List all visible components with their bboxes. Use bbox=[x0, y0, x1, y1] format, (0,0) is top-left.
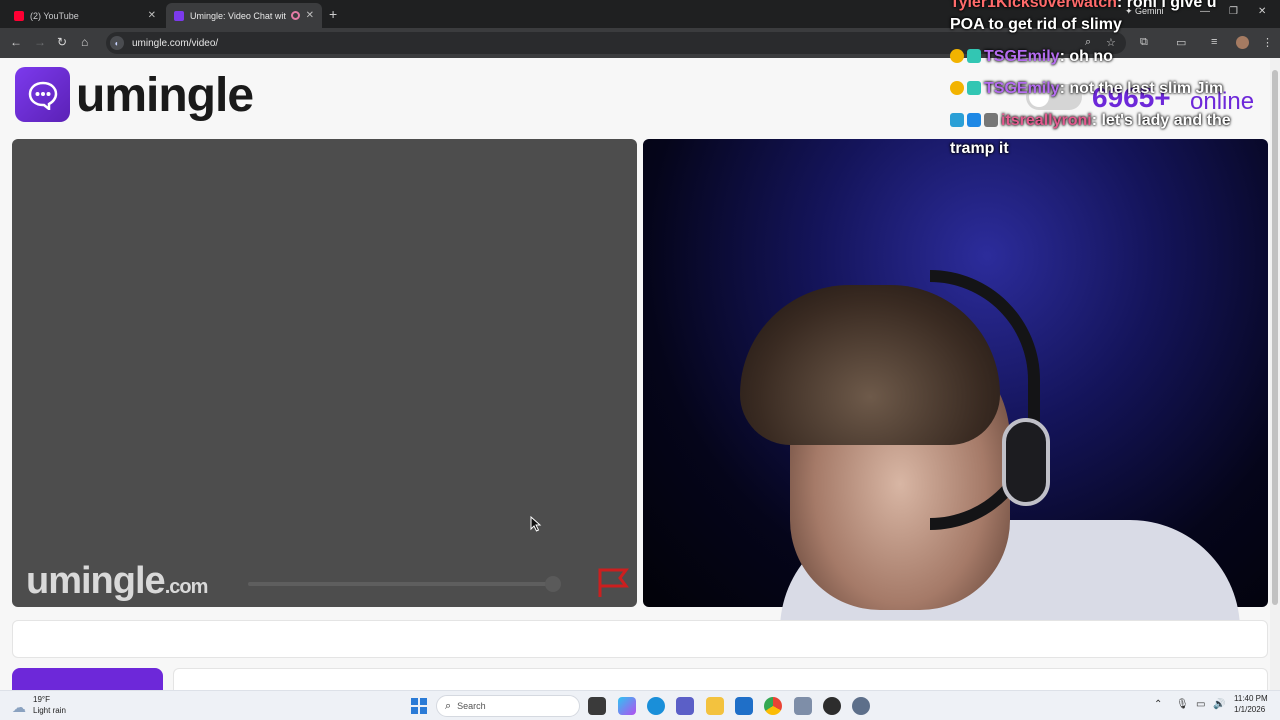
headphones-cup bbox=[1002, 418, 1050, 506]
teams-icon[interactable] bbox=[676, 697, 694, 715]
scrollbar-thumb[interactable] bbox=[1272, 70, 1278, 605]
chat-username: itsreallyroni bbox=[1001, 112, 1092, 129]
volume-slider-handle[interactable] bbox=[545, 576, 561, 592]
show-hidden-icons[interactable]: ⌃ bbox=[1154, 699, 1162, 710]
chat-username: TSGEmily bbox=[984, 80, 1060, 97]
microphone-icon[interactable]: 🎙 bbox=[1176, 699, 1189, 710]
chat-username: Tyler1Kicks0verwatch bbox=[950, 0, 1117, 11]
chat-text: tramp it bbox=[950, 140, 1009, 157]
clock-date[interactable]: 1/1/2026 bbox=[1234, 705, 1265, 714]
chat-badge-icon bbox=[967, 81, 981, 95]
chat-badge-icon bbox=[984, 113, 998, 127]
chat-message: itsreallyroni: let's lady and the bbox=[950, 110, 1231, 132]
network-icon[interactable]: ▭ bbox=[1196, 699, 1205, 710]
video-watermark: umingle.com bbox=[26, 560, 209, 603]
umingle-favicon-icon bbox=[174, 10, 184, 21]
recording-icon bbox=[291, 11, 300, 20]
watermark-text: umingle bbox=[26, 560, 166, 602]
umingle-logo-icon[interactable] bbox=[15, 67, 70, 122]
settings-icon[interactable] bbox=[852, 697, 870, 715]
chat-input[interactable] bbox=[12, 620, 1268, 658]
restore-icon[interactable]: ❐ bbox=[1229, 6, 1238, 17]
chrome-icon[interactable] bbox=[764, 697, 782, 715]
profile-avatar[interactable] bbox=[1236, 36, 1249, 49]
forward-icon[interactable]: → bbox=[34, 35, 46, 49]
photos-icon[interactable] bbox=[794, 697, 812, 715]
menu-icon[interactable]: ⋮ bbox=[1262, 36, 1273, 49]
chat-message: Tyler1Kicks0verwatch: roni i give u bbox=[950, 0, 1216, 14]
chat-message: TSGEmily: not the last slim Jim bbox=[950, 78, 1223, 100]
chat-text: : not the last slim Jim bbox=[1059, 80, 1224, 97]
chat-badge-icon bbox=[950, 49, 964, 63]
back-icon[interactable]: ← bbox=[10, 35, 22, 49]
chat-text: : roni i give u bbox=[1116, 0, 1217, 11]
weather-icon[interactable]: ☁ bbox=[12, 699, 26, 716]
mouse-cursor-icon bbox=[530, 516, 542, 532]
windows-taskbar: ☁ 19°F Light rain ⌕ Search ⌃ 🎙 ▭ 🔊 11:40… bbox=[0, 690, 1280, 720]
chat-username: TSGEmily bbox=[984, 48, 1060, 65]
search-label: Search bbox=[457, 701, 486, 711]
chat-badge-icon bbox=[967, 49, 981, 63]
new-tab-button[interactable]: + bbox=[329, 6, 337, 22]
chat-badge-icon bbox=[950, 81, 964, 95]
close-tab-icon[interactable]: ✕ bbox=[148, 10, 156, 21]
tab-title: Umingle: Video Chat with S bbox=[190, 10, 286, 21]
url-text: umingle.com/video/ bbox=[132, 37, 219, 49]
search-icon: ⌕ bbox=[445, 699, 452, 712]
home-icon[interactable]: ⌂ bbox=[81, 35, 88, 49]
volume-slider-track[interactable] bbox=[248, 582, 553, 586]
weather-description[interactable]: Light rain bbox=[33, 706, 66, 715]
chat-message: POA to get rid of slimy bbox=[950, 14, 1122, 36]
chat-message: TSGEmily: oh no bbox=[950, 46, 1113, 68]
file-explorer-icon[interactable] bbox=[706, 697, 724, 715]
chat-badge-icon bbox=[967, 113, 981, 127]
edge-icon[interactable] bbox=[647, 697, 665, 715]
start-menu-icon[interactable] bbox=[411, 698, 427, 714]
start-button[interactable] bbox=[12, 668, 163, 690]
chat-badge-icon bbox=[950, 113, 964, 127]
report-flag-icon[interactable] bbox=[596, 566, 630, 600]
tab-youtube[interactable]: (2) YouTube ✕ bbox=[6, 3, 164, 28]
local-video-panel bbox=[12, 139, 637, 607]
store-icon[interactable] bbox=[735, 697, 753, 715]
obs-icon[interactable] bbox=[823, 697, 841, 715]
chat-text: : oh no bbox=[1059, 48, 1113, 65]
youtube-icon bbox=[14, 10, 24, 21]
reading-list-icon[interactable]: ≡ bbox=[1211, 36, 1217, 48]
chat-text: POA to get rid of slimy bbox=[950, 16, 1122, 33]
watermark-suffix: .com bbox=[164, 576, 209, 598]
tab-umingle[interactable]: Umingle: Video Chat with S ✕ bbox=[166, 3, 322, 28]
site-info-icon[interactable]: ◐ bbox=[110, 36, 124, 50]
copilot-icon[interactable] bbox=[618, 697, 636, 715]
chat-message: tramp it bbox=[950, 138, 1009, 160]
chat-text: : let's lady and the bbox=[1091, 112, 1231, 129]
clock-time[interactable]: 11:40 PM bbox=[1234, 694, 1268, 703]
logo-wordmark[interactable]: umingle bbox=[76, 68, 254, 123]
taskbar-search[interactable]: ⌕ Search bbox=[436, 695, 580, 717]
task-view-icon[interactable] bbox=[588, 697, 606, 715]
split-view-icon[interactable]: ▭ bbox=[1176, 36, 1186, 49]
tab-title: (2) YouTube bbox=[30, 10, 79, 21]
reload-icon[interactable]: ↻ bbox=[57, 35, 67, 49]
extensions-icon[interactable]: ⧉ bbox=[1140, 36, 1148, 49]
close-window-icon[interactable]: ✕ bbox=[1258, 6, 1266, 17]
weather-temperature[interactable]: 19°F bbox=[33, 695, 50, 704]
message-area[interactable] bbox=[173, 668, 1268, 690]
close-tab-icon[interactable]: ✕ bbox=[306, 10, 314, 21]
volume-icon[interactable]: 🔊 bbox=[1213, 699, 1225, 710]
